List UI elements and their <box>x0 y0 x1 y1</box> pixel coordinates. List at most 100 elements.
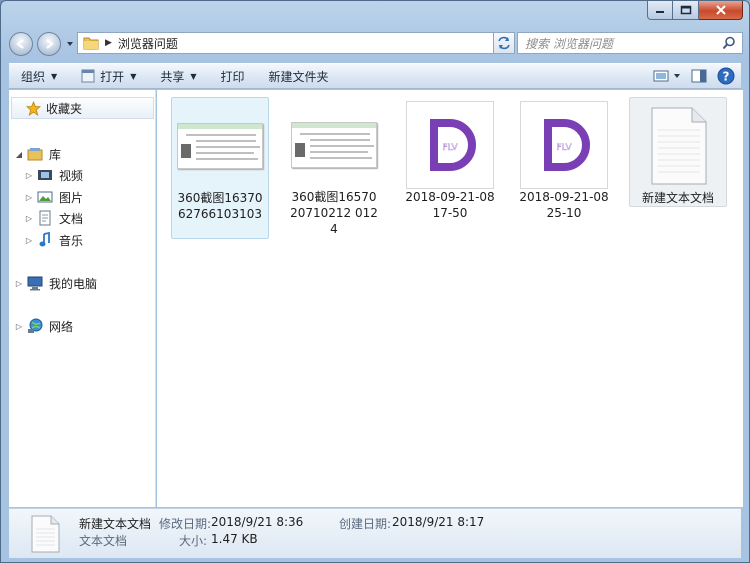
detail-file-type: 文本文档 <box>79 534 128 548</box>
screenshot-thumbnail <box>290 105 378 185</box>
view-mode-icon[interactable] <box>653 69 681 83</box>
sidebar-item-computer[interactable]: ▷ 我的电脑 <box>15 273 97 293</box>
print-button[interactable]: 打印 <box>209 64 257 88</box>
sidebar-item-label: 视频 <box>59 168 84 183</box>
size-label: 大小: <box>179 534 208 548</box>
document-library-icon <box>37 210 53 226</box>
help-icon[interactable]: ? <box>717 67 735 85</box>
close-button[interactable] <box>699 1 743 20</box>
size-value: 1.47 KB <box>211 532 258 546</box>
refresh-icon <box>498 36 510 50</box>
modified-date-value: 2018/9/21 8:36 <box>211 515 304 529</box>
folder-icon <box>83 37 99 50</box>
open-program-icon <box>81 69 95 83</box>
command-bar: 组织 ▼ 打开 ▼ 共享 ▼ 打印 新建文件夹 ? <box>9 63 741 89</box>
view-controls: ? <box>653 64 735 88</box>
chevron-down-icon: ▼ <box>130 71 137 81</box>
navigation-bar: ▶ 浏览器问题 ▼ 搜索 浏览器问题 <box>9 31 743 57</box>
minimize-icon <box>656 11 664 13</box>
flv-icon: FLV <box>406 101 494 189</box>
text-document-icon <box>31 515 60 553</box>
breadcrumb-separator-icon[interactable]: ▶ <box>105 38 112 48</box>
maximize-button[interactable] <box>673 1 699 20</box>
text-document-icon <box>634 106 722 186</box>
details-pane: 新建文本文档 文本文档 修改日期: 2018/9/21 8:36 创建日期: 2… <box>9 508 741 558</box>
new-folder-button[interactable]: 新建文件夹 <box>257 64 341 88</box>
sidebar-item-label: 网络 <box>49 319 74 334</box>
sidebar-item-label: 文档 <box>59 211 84 226</box>
modified-date-label: 修改日期: <box>159 517 212 531</box>
preview-pane-icon[interactable] <box>691 69 707 83</box>
sidebar-item-pictures[interactable]: ▷ 图片 <box>25 187 83 207</box>
computer-icon <box>27 275 43 291</box>
flv-icon: FLV <box>520 101 608 189</box>
search-input[interactable]: 搜索 浏览器问题 <box>525 35 722 52</box>
forward-button[interactable] <box>37 32 61 56</box>
file-item[interactable]: FLV 2018-09-21-0825-10 <box>515 97 613 221</box>
print-label: 打印 <box>220 69 245 84</box>
flv-badge: FLV <box>556 143 572 153</box>
open-label: 打开 <box>100 69 125 84</box>
maximize-icon <box>680 5 691 15</box>
sidebar-item-label: 库 <box>49 147 62 162</box>
open-menu[interactable]: 打开 ▼ <box>69 64 148 88</box>
created-date-label: 创建日期: <box>339 517 392 531</box>
created-date-value: 2018/9/21 8:17 <box>392 515 485 529</box>
network-icon <box>27 318 43 334</box>
breadcrumb-current[interactable]: 浏览器问题 <box>118 35 178 52</box>
sidebar-item-documents[interactable]: ▷ 文档 <box>25 208 83 228</box>
sidebar-item-label: 图片 <box>59 190 84 205</box>
share-menu[interactable]: 共享 ▼ <box>148 64 208 88</box>
file-name: 2018-09-21-0817-50 <box>405 190 495 220</box>
arrow-right-icon <box>46 39 54 49</box>
minimize-button[interactable] <box>647 1 673 20</box>
video-library-icon <box>37 167 53 183</box>
expand-arrow-icon[interactable]: ▷ <box>25 214 33 223</box>
collapse-arrow-icon[interactable]: ◢ <box>15 150 23 159</box>
file-item[interactable]: 360截图1637062766103103 <box>171 97 269 239</box>
caption-buttons <box>647 1 743 20</box>
organize-menu[interactable]: 组织 ▼ <box>9 64 69 88</box>
close-icon <box>715 5 726 15</box>
sidebar-item-label: 我的电脑 <box>49 276 98 291</box>
sidebar-item-favorites[interactable]: 收藏夹 <box>11 97 154 119</box>
sidebar-item-videos[interactable]: ▷ 视频 <box>25 165 83 185</box>
expand-arrow-icon[interactable]: ▷ <box>15 322 23 331</box>
sidebar-item-label: 音乐 <box>59 233 84 248</box>
recent-pages-dropdown[interactable] <box>65 39 75 49</box>
file-item[interactable]: 新建文本文档 <box>629 97 727 207</box>
sidebar-item-label: 收藏夹 <box>46 101 83 116</box>
screenshot-thumbnail <box>176 106 264 186</box>
expand-arrow-icon[interactable]: ▷ <box>25 193 33 202</box>
expand-arrow-icon[interactable]: ▷ <box>15 279 23 288</box>
chevron-down-icon: ▼ <box>190 71 197 81</box>
expand-arrow-icon[interactable]: ▷ <box>25 171 33 180</box>
chevron-down-icon: ▼ <box>51 71 58 81</box>
file-item[interactable]: FLV 2018-09-21-0817-50 <box>401 97 499 221</box>
svg-text:?: ? <box>723 70 730 84</box>
file-name: 2018-09-21-0825-10 <box>519 190 609 220</box>
file-name: 新建文本文档 <box>641 191 714 205</box>
file-list: 360截图1637062766103103 360截图1657020710212… <box>157 90 743 507</box>
explorer-window: ▶ 浏览器问题 ▼ 搜索 浏览器问题 组织 ▼ <box>0 0 750 563</box>
flv-badge: FLV <box>442 143 458 153</box>
navigation-pane: 收藏夹 ◢ 库 ▷ 视频 ▷ 图片 ▷ 文档 ▷ 音乐 ▷ 我的电脑 ▷ 网络 <box>9 90 156 507</box>
star-icon <box>26 100 41 116</box>
sidebar-item-music[interactable]: ▷ 音乐 <box>25 230 83 250</box>
detail-file-name: 新建文本文档 <box>79 517 152 531</box>
picture-library-icon <box>37 189 53 205</box>
file-name: 360截图1637062766103103 <box>177 191 263 221</box>
expand-arrow-icon[interactable]: ▷ <box>25 236 33 245</box>
sidebar-item-library[interactable]: ◢ 库 <box>15 144 61 164</box>
back-button[interactable] <box>9 32 33 56</box>
organize-label: 组织 <box>21 69 46 84</box>
arrow-left-icon <box>16 39 24 49</box>
file-item[interactable]: 360截图1657020710212 0124 <box>285 97 383 237</box>
search-box[interactable]: 搜索 浏览器问题 <box>517 32 743 54</box>
sidebar-item-network[interactable]: ▷ 网络 <box>15 316 73 336</box>
refresh-button[interactable] <box>493 32 515 54</box>
search-icon[interactable] <box>722 36 736 50</box>
address-bar[interactable]: ▶ 浏览器问题 ▼ <box>77 32 515 54</box>
file-name: 360截图1657020710212 0124 <box>290 190 378 236</box>
music-note-icon <box>37 232 53 248</box>
